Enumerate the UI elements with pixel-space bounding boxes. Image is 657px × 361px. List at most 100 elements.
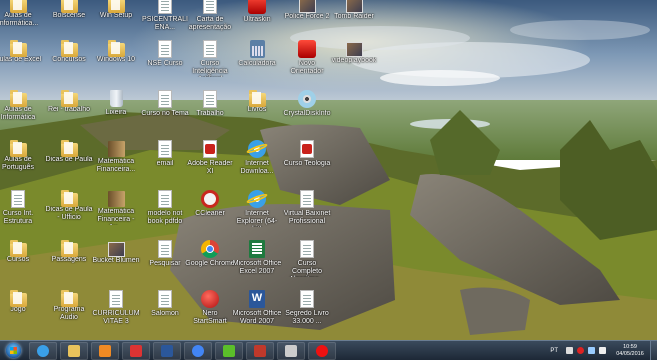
desktop-icon-label: Curso Completo Algoritmo...: [289, 260, 324, 277]
document-icon: [203, 40, 217, 58]
desktop-icon[interactable]: Aulas de Informática...: [0, 0, 42, 42]
network-icon[interactable]: [588, 347, 595, 354]
desktop-icon[interactable]: Internet Downloa...: [233, 140, 281, 186]
desktop-icon[interactable]: Livros: [233, 90, 281, 136]
desktop-icon[interactable]: Trabalho: [186, 90, 234, 136]
desktop-icon[interactable]: CURRICULUM VITAE 3: [92, 290, 140, 336]
folder-icon: [107, 0, 125, 13]
desktop-icon[interactable]: Dicas de Paula: [45, 140, 93, 186]
desktop-icon[interactable]: Aulas de Português: [0, 140, 42, 186]
desktop-icon-label: PSICENTRALIENA...: [142, 16, 188, 31]
desktop-icon-label: CrystalDiskInfo: [283, 110, 331, 117]
desktop-icon-label: Programa Audio: [53, 306, 85, 321]
taskbar-button-flash[interactable]: [246, 341, 274, 360]
desktop-icon[interactable]: CCleaner: [186, 190, 234, 236]
desktop-icon[interactable]: Microsoft Office Excel 2007: [233, 240, 281, 286]
desktop-icon[interactable]: Internet Explorer (64-bit): [233, 190, 281, 236]
desktop-icon[interactable]: Programa Audio: [45, 290, 93, 336]
desktop-icon[interactable]: Curso Completo Algoritmo...: [283, 240, 331, 286]
flag-icon[interactable]: [566, 347, 573, 354]
desktop-icon[interactable]: Matemática Financeira...: [92, 140, 140, 186]
desktop-icon[interactable]: modelo not book pdfdo: [141, 190, 189, 236]
desktop-icon[interactable]: Virtual Baixinet Profissional: [283, 190, 331, 236]
desktop-icon[interactable]: Win Setup: [92, 0, 140, 42]
desktop-icon[interactable]: Police Force 2: [283, 0, 331, 42]
nero-icon: [201, 290, 219, 308]
desktop-icon[interactable]: Carta de apresentação: [186, 0, 234, 42]
document-icon: [158, 140, 172, 158]
desktop-icon-label: Rei - trabalho: [47, 106, 91, 113]
desktop-icon[interactable]: Tomb Raider: [330, 0, 378, 42]
desktop-icon[interactable]: Rei - trabalho: [45, 90, 93, 136]
image-icon: [345, 42, 363, 57]
taskbar-button-internet-explorer[interactable]: [29, 341, 57, 360]
pdf-icon: [203, 140, 217, 158]
desktop-icon[interactable]: Aulas de Excel: [0, 40, 42, 86]
image-icon: [107, 242, 125, 257]
language-indicator[interactable]: PT: [550, 348, 558, 354]
desktop-icon-label: Nero StartSmart: [193, 310, 227, 325]
media-icon: [99, 344, 111, 357]
desktop-icon[interactable]: Nero StartSmart: [186, 290, 234, 336]
taskbar-button-paint[interactable]: [122, 341, 150, 360]
taskbar-button-chrome[interactable]: [184, 341, 212, 360]
desktop-icon-label: Salomon: [151, 310, 179, 317]
taskbar-button-file-explorer[interactable]: [60, 341, 88, 360]
desktop-icon[interactable]: PSICENTRALIENA...: [141, 0, 189, 42]
book-icon: [107, 141, 125, 157]
desktop-icon[interactable]: Salomon: [141, 290, 189, 336]
desktop-icon[interactable]: Bucket Blumen: [92, 240, 140, 286]
desktop-icon[interactable]: Windows 10: [92, 40, 140, 86]
taskbar-button-media-player[interactable]: [91, 341, 119, 360]
desktop-icon[interactable]: Ultraskin: [233, 0, 281, 42]
clock-time: 10:59: [623, 343, 637, 350]
desktop-icon[interactable]: Concursos: [45, 40, 93, 86]
volume-icon[interactable]: [599, 347, 606, 354]
desktop-icon[interactable]: Novo Orientador: [283, 40, 331, 86]
desktop-icon-label: modelo not book pdfdo: [147, 210, 183, 225]
desktop-icon-label: Pesquisar: [149, 260, 181, 267]
desktop-icon[interactable]: Curso Int. Estrutura: [0, 190, 42, 236]
taskbar-button-word[interactable]: [153, 341, 181, 360]
clock[interactable]: 10:59 04/05/2016: [610, 344, 650, 358]
desktop-icon-label: Cursos: [6, 256, 30, 263]
taskbar-button-camera[interactable]: [277, 341, 305, 360]
desktop-icon[interactable]: CrystalDiskInfo: [283, 90, 331, 136]
desktop-icon[interactable]: videoplaybook: [330, 40, 378, 86]
taskbar-pinned: [26, 341, 336, 360]
desktop-icon[interactable]: Dicas de Paula - Ufficio: [45, 190, 93, 236]
desktop-icon[interactable]: Calculadora: [233, 40, 281, 86]
document-icon: [203, 90, 217, 108]
desktop-icon-label: Microsoft Office Excel 2007: [232, 260, 282, 275]
taskbar-button-utorrent[interactable]: [215, 341, 243, 360]
desktop-icon[interactable]: Curso no Tema: [141, 90, 189, 136]
desktop-icon[interactable]: Pesquisar: [141, 240, 189, 286]
desktop-icon[interactable]: Microsoft Office Word 2007: [233, 290, 281, 336]
folder-icon: [9, 0, 27, 13]
antivirus-icon[interactable]: [577, 347, 584, 354]
desktop-icon[interactable]: Curso Teologia: [283, 140, 331, 186]
system-tray: PT 10:59 04/05/2016: [550, 341, 657, 360]
desktop-icon[interactable]: Lixeira: [92, 90, 140, 136]
desktop-icon[interactable]: Adobe Reader XI: [186, 140, 234, 186]
folder-icon: [60, 0, 78, 13]
desktop-icon[interactable]: Segredo Livro 33.000 ...: [283, 290, 331, 336]
torrent-icon: [223, 344, 235, 357]
desktop-icon[interactable]: Aulas de Informática: [0, 90, 42, 136]
desktop-icon[interactable]: Passagens: [45, 240, 93, 286]
desktop-icon[interactable]: Boiscense: [45, 0, 93, 42]
desktop-icon[interactable]: Google Chrome: [185, 240, 235, 286]
windows-orb-icon: [5, 343, 21, 358]
document-icon: [11, 190, 25, 208]
desktop-icon[interactable]: Jogo: [0, 290, 42, 336]
document-icon: [300, 290, 314, 308]
document-icon: [300, 190, 314, 208]
desktop-icon[interactable]: Cursos: [0, 240, 42, 286]
desktop-icon[interactable]: Matemática Financeira - Au...: [92, 190, 140, 236]
desktop-icon[interactable]: email: [141, 140, 189, 186]
show-desktop-button[interactable]: [650, 341, 657, 360]
taskbar-button-recorder[interactable]: [308, 341, 336, 360]
desktop-icon[interactable]: Curso Inteligência Artificial: [186, 40, 234, 86]
start-button[interactable]: [0, 341, 26, 361]
desktop-icon[interactable]: NSE Curso: [141, 40, 189, 86]
